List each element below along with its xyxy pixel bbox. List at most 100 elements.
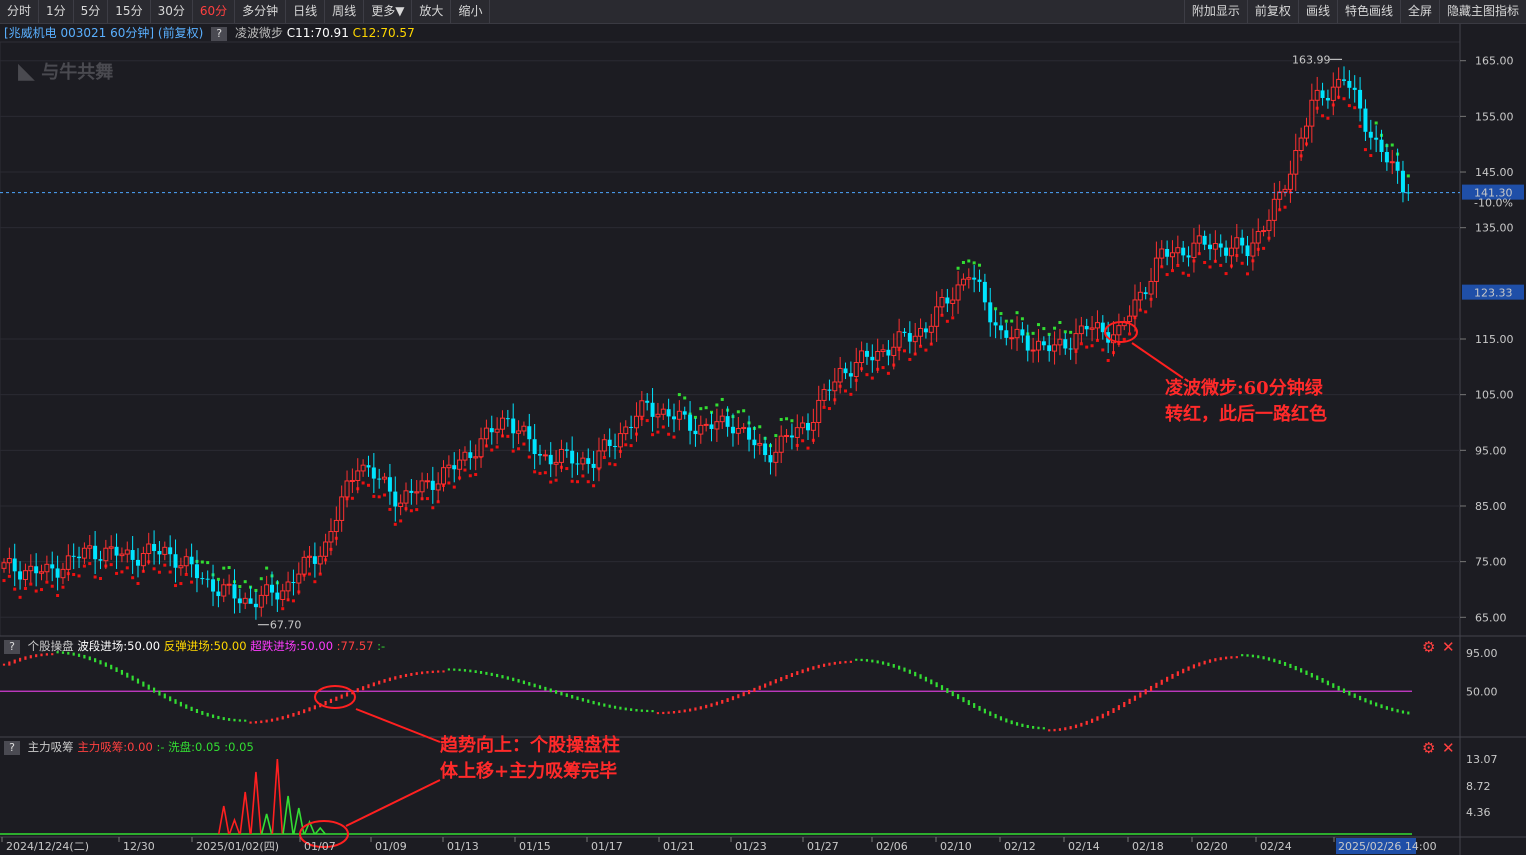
trend-dot: [447, 481, 451, 485]
trend-dot: [1219, 263, 1223, 267]
candle-down: [1186, 246, 1191, 267]
candle-down: [393, 476, 398, 522]
trend-dot: [1010, 319, 1014, 323]
candle-up: [1250, 228, 1256, 271]
osc-label: 个股操盘: [27, 639, 74, 653]
candle-down: [870, 344, 875, 373]
y-tick-label: 95.00: [1475, 444, 1507, 457]
accum-spike: [239, 791, 251, 835]
candle-up: [124, 541, 130, 563]
candle-up: [1389, 149, 1395, 175]
candle-down: [591, 450, 596, 481]
candle-up: [1228, 235, 1234, 269]
trend-dot: [40, 588, 44, 592]
osc-help-icon[interactable]: ?: [4, 639, 20, 654]
trend-dot: [779, 417, 783, 421]
date-tick-label: 01/21: [663, 840, 695, 853]
candle-up: [178, 557, 184, 576]
candle-down: [607, 428, 612, 458]
trend-dot: [1326, 116, 1330, 120]
candle-down: [564, 442, 569, 458]
trend-dot: [1053, 326, 1057, 330]
accum-help-icon[interactable]: ?: [4, 740, 20, 755]
candle-up: [1169, 240, 1175, 270]
y-tick-label: 135.00: [1475, 222, 1514, 235]
trend-dot: [672, 435, 676, 439]
trend-dot: [527, 455, 531, 459]
date-tick-label: 01/23: [735, 840, 767, 853]
accum-settings-gear-icon[interactable]: ⚙: [1422, 741, 1435, 756]
trend-dot: [452, 485, 456, 489]
candle-down: [93, 530, 98, 575]
mark-price-label: 123.33: [1474, 287, 1513, 300]
osc-close-icon[interactable]: ✕: [1442, 640, 1455, 655]
trend-dot: [656, 430, 660, 434]
candle-up: [28, 554, 34, 583]
candle-down: [848, 361, 853, 389]
trend-dot: [72, 573, 76, 577]
trend-dot: [1187, 273, 1191, 277]
date-tick-label: 2024/12/24(二): [6, 840, 89, 853]
candle-up: [1271, 182, 1277, 237]
candle-up: [542, 449, 548, 461]
trend-dot: [806, 446, 810, 450]
y-tick-label: 165.00: [1475, 55, 1514, 68]
candle-up: [307, 545, 313, 568]
candle-down: [1224, 240, 1229, 263]
candle-down: [1068, 337, 1073, 360]
candle-up: [44, 555, 50, 581]
trend-dot: [227, 566, 231, 570]
trend-dot: [174, 584, 178, 588]
candle-up: [1159, 240, 1165, 267]
trend-dot: [554, 478, 558, 482]
trend-dot: [2, 579, 6, 583]
candle-up: [928, 313, 934, 345]
accum-spike: [314, 826, 326, 835]
candle-down: [211, 564, 216, 607]
osc-settings-gear-icon[interactable]: ⚙: [1422, 640, 1435, 655]
candle-down: [248, 586, 253, 604]
candle-up: [183, 548, 189, 574]
trend-dot: [1170, 269, 1174, 273]
trend-dot: [77, 574, 81, 578]
date-tick-label: 02/24: [1260, 840, 1292, 853]
candle-up: [837, 356, 843, 394]
trend-dot: [1165, 273, 1169, 277]
trend-dot: [538, 471, 542, 475]
candle-up: [714, 408, 720, 442]
candle-down: [291, 569, 296, 596]
candle-up: [1094, 310, 1100, 341]
candle-up: [816, 385, 822, 438]
candle-up: [65, 544, 71, 581]
candle-down: [98, 550, 103, 570]
candle-down: [1358, 77, 1363, 122]
candle-up: [966, 268, 972, 289]
candle-up: [810, 408, 816, 445]
candle-up: [39, 564, 45, 581]
accum-spike: [250, 771, 262, 835]
candle-up: [698, 415, 704, 444]
trend-dot: [88, 562, 92, 566]
accum-label: 主力吸筹: [27, 740, 74, 754]
candle-up: [950, 287, 956, 317]
price-grid: [0, 60, 1460, 618]
candle-up: [146, 532, 152, 565]
accum-close-icon[interactable]: ✕: [1442, 741, 1455, 756]
trend-dot: [522, 442, 526, 446]
candle-down: [1181, 241, 1186, 263]
acc-tick-2: 8.72: [1466, 780, 1491, 793]
trend-dot: [720, 397, 724, 401]
trend-dot: [645, 419, 649, 423]
accum-v1: 主力吸筹:0.00: [77, 740, 153, 754]
osc-v5: :-: [377, 639, 386, 653]
trend-dot: [50, 584, 54, 588]
trend-dot: [82, 564, 86, 568]
trend-dot: [1321, 114, 1325, 118]
trend-dot: [259, 577, 263, 581]
lingbo-trend-dots: [2, 95, 1410, 611]
trend-dot: [1224, 272, 1228, 276]
candle-down: [12, 543, 17, 587]
candle-up: [1132, 284, 1138, 332]
trend-dot: [1063, 330, 1067, 334]
candle-up: [955, 271, 961, 314]
